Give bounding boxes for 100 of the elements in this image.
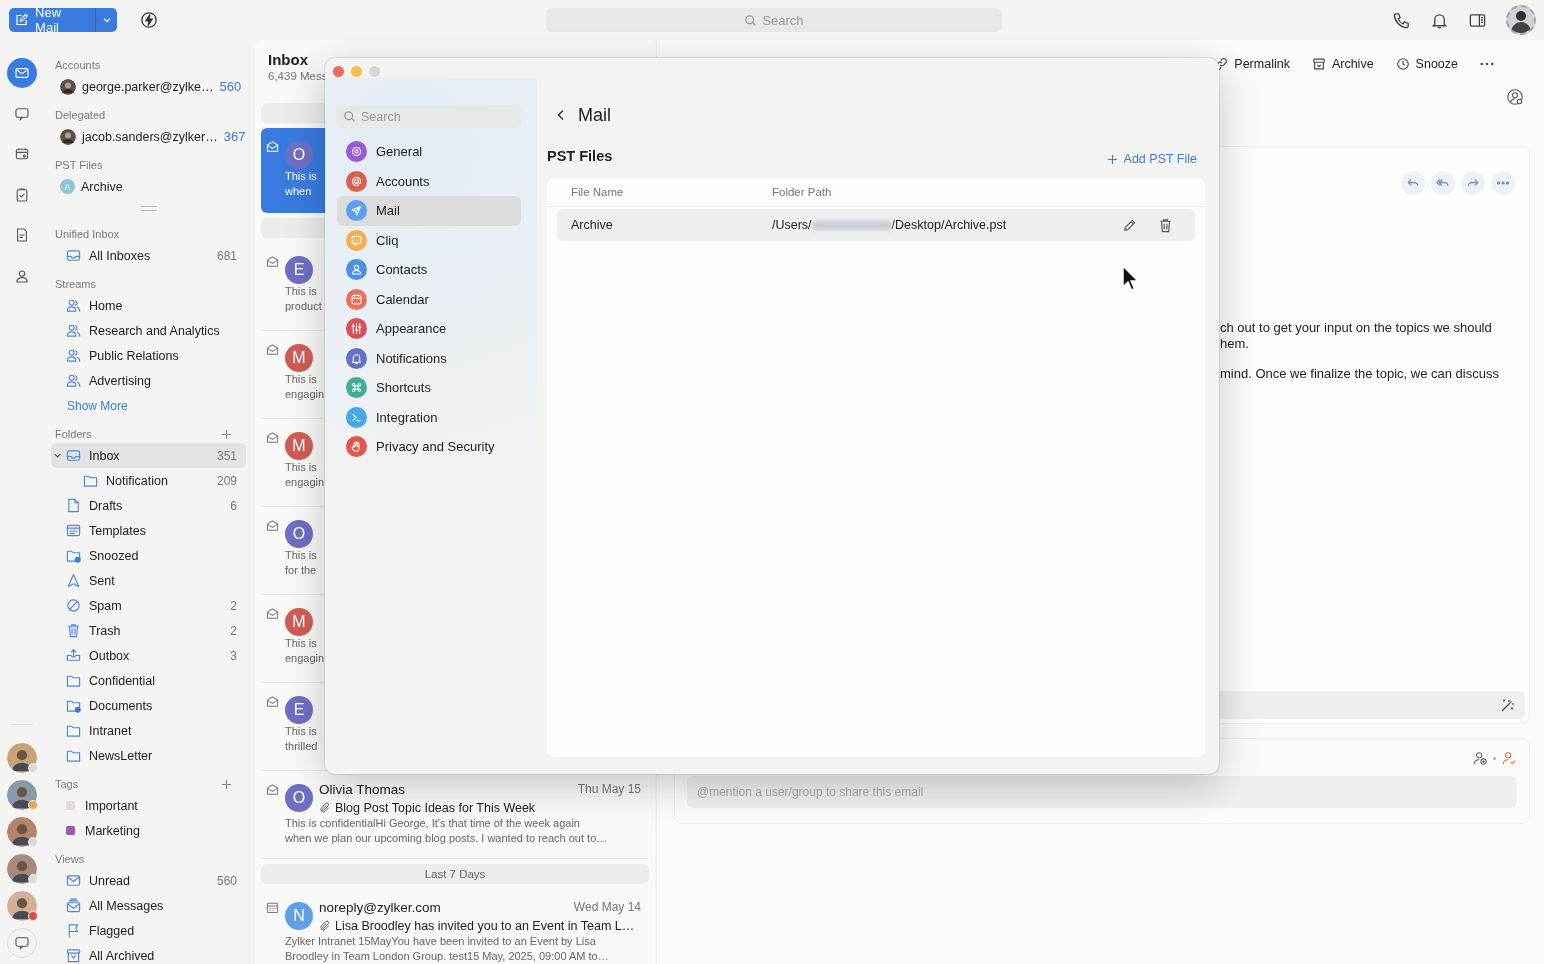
settings-category[interactable]: Cliq <box>337 225 521 255</box>
sidebar-item[interactable]: Marketing <box>51 818 246 843</box>
message-preview: when <box>285 183 312 198</box>
message-subject: Blog Post Topic Ideas for This Week <box>335 801 536 815</box>
sidebar-item[interactable]: All Archived <box>51 943 246 964</box>
mail-app-button[interactable] <box>7 58 37 88</box>
document-icon <box>66 498 81 513</box>
message-preview: when we plan our upcoming blog posts. I wanted to reach out to… <box>285 830 608 845</box>
settings-category[interactable]: Integration <box>337 402 521 432</box>
user-avatar[interactable] <box>1506 5 1536 35</box>
sidebar-item[interactable]: A Archive <box>51 174 246 199</box>
blocked-icon <box>66 598 81 613</box>
sidebar-item[interactable]: Intranet <box>51 718 246 743</box>
settings-category[interactable]: General <box>337 137 521 167</box>
chevron-down-icon[interactable] <box>53 451 62 460</box>
settings-search-field[interactable]: Search <box>337 105 521 128</box>
add-pst-file-link[interactable]: Add PST File <box>1106 152 1197 166</box>
trash-icon[interactable] <box>1158 217 1173 233</box>
people-icon <box>66 298 81 313</box>
settings-category[interactable]: Mail <box>337 196 521 226</box>
calendar-icon <box>266 901 279 914</box>
message-preview: thrilled <box>285 738 318 753</box>
sidebar-item[interactable]: Flagged <box>51 918 246 943</box>
sidebar-item[interactable]: Spam 2 <box>51 593 246 618</box>
edit-icon[interactable] <box>1122 217 1137 233</box>
settings-category[interactable]: Appearance <box>337 314 521 344</box>
message-preview: This is <box>285 169 317 184</box>
sidebar-item[interactable]: Public Relations <box>51 343 246 368</box>
sidebar-item[interactable]: Inbox 351 <box>51 443 246 468</box>
table-row[interactable]: Archive /Users/ /Desktop/Archive.pst <box>557 209 1195 241</box>
add-icon[interactable] <box>221 428 232 440</box>
more-icon[interactable] <box>1480 62 1494 66</box>
contact-avatar[interactable] <box>7 891 37 921</box>
settings-category[interactable]: Accounts <box>337 166 521 196</box>
settings-category[interactable]: Contacts <box>337 255 521 285</box>
item-count: 2 <box>230 623 237 638</box>
sender-avatar: M <box>285 432 313 460</box>
sidebar-item[interactable]: Documents <box>51 693 246 718</box>
sidebar-item[interactable]: Research and Analytics <box>51 318 246 343</box>
settings-category[interactable]: Calendar <box>337 284 521 314</box>
contact-avatar[interactable] <box>7 817 37 847</box>
show-more-link[interactable]: Show More <box>51 393 128 418</box>
envelope-icon <box>266 519 279 532</box>
contact-avatar[interactable] <box>7 780 37 810</box>
settings-category[interactable]: Shortcuts <box>337 373 521 403</box>
new-mail-button[interactable]: New Mail <box>9 8 95 32</box>
contact-avatar[interactable] <box>7 854 37 884</box>
sidebar-item[interactable]: Advertising <box>51 368 246 393</box>
people-icon <box>66 323 81 338</box>
sidebar-item[interactable]: Important <box>51 793 246 818</box>
settings-category[interactable]: Privacy and Security <box>337 432 521 462</box>
path-text: /Users/ <box>772 218 812 232</box>
message-preview: engagin <box>285 474 325 489</box>
sidebar-item[interactable]: Snoozed <box>51 543 246 568</box>
archive-box-icon <box>1311 57 1326 71</box>
contact-avatar[interactable] <box>7 743 37 773</box>
archive-box-icon <box>66 948 81 963</box>
sidebar-item[interactable]: Confidential <box>51 668 246 693</box>
sidebar-item[interactable]: All Inboxes 681 <box>51 243 246 268</box>
resize-handle[interactable] <box>140 206 157 211</box>
snooze-button[interactable]: Snooze <box>1395 57 1458 71</box>
message-preview: This is <box>285 724 317 739</box>
sender-name: Olivia Thomas <box>319 782 406 798</box>
settings-category[interactable]: Notifications <box>337 343 521 373</box>
sender-avatar: M <box>285 608 313 636</box>
mention-field[interactable]: @mention a user/group to share this email <box>687 776 1517 808</box>
chat-icon <box>14 105 30 122</box>
share-contact-icon[interactable] <box>1506 88 1524 106</box>
sidebar-item[interactable]: Unread 560 <box>51 868 246 893</box>
reply-icon[interactable] <box>1401 171 1425 195</box>
new-mail-menu-button[interactable] <box>95 8 117 32</box>
sender-avatar: M <box>285 344 313 372</box>
sidebar-item[interactable]: Drafts 6 <box>51 493 246 518</box>
people-icon <box>66 348 81 363</box>
column-header: Folder Path <box>772 186 832 198</box>
sidebar-item[interactable]: george.parker@zylke… 560 <box>51 74 246 99</box>
envelope-icon <box>266 783 279 796</box>
archive-button[interactable]: Archive <box>1311 57 1374 71</box>
close-window-button[interactable] <box>333 66 344 77</box>
sidebar-item[interactable]: Outbox 3 <box>51 643 246 668</box>
forward-icon[interactable] <box>1461 171 1485 195</box>
sidebar-item[interactable]: Trash 2 <box>51 618 246 643</box>
note-icon <box>14 227 30 243</box>
lightning-icon[interactable] <box>140 11 158 29</box>
avatar-icon <box>60 128 76 145</box>
sidebar-item[interactable]: Notification 209 <box>51 468 246 493</box>
sidebar-item[interactable]: Home <box>51 293 246 318</box>
add-icon[interactable] <box>221 778 232 790</box>
sidebar-item[interactable]: Templates <box>51 518 246 543</box>
sidebar-item[interactable]: NewsLetter <box>51 743 246 768</box>
envelope-icon <box>14 65 30 81</box>
sidebar-item[interactable]: jacob.sanders@zylker… 367 <box>51 124 246 149</box>
sidebar-item[interactable]: All Messages <box>51 893 246 918</box>
person-check-icon[interactable] <box>1501 750 1517 766</box>
sidebar-item[interactable]: Sent <box>51 568 246 593</box>
calendar-icon <box>14 146 30 162</box>
reply-all-icon[interactable] <box>1431 171 1455 195</box>
phone-icon[interactable] <box>1392 10 1411 30</box>
add-person-icon[interactable] <box>1472 750 1488 766</box>
search-field[interactable]: Search <box>546 8 1002 32</box>
